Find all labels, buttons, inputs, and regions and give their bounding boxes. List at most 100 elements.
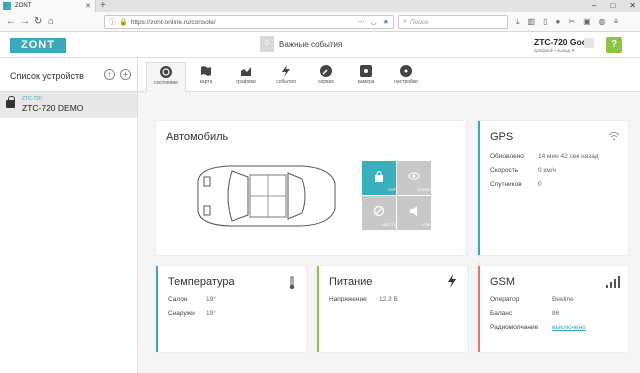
zont-logo[interactable]: ZONT: [10, 38, 66, 53]
browser-nav-bar: ← → ↻ ⌂ ⓘ 🔒 https://zont-online.ru/conso…: [0, 12, 640, 32]
events-count-badge: 0: [260, 36, 274, 52]
tab-label: настройки: [394, 79, 418, 85]
gear-icon: [400, 65, 412, 77]
temperature-card: Температура Салон 19° Снаружи 19°: [156, 266, 306, 352]
add-device-icon[interactable]: +: [120, 69, 131, 80]
sidebar-icon[interactable]: ▯: [543, 17, 547, 27]
hamburger-menu-icon[interactable]: ≡: [614, 17, 619, 27]
siren-icon: [410, 206, 417, 216]
address-bar[interactable]: ⓘ 🔒 https://zont-online.ru/console/ ⋯ ◡ …: [104, 15, 394, 29]
car-diagram: [197, 165, 336, 227]
car-card-title: Автомобиль: [166, 131, 229, 143]
events-label: Важные события: [279, 39, 343, 49]
device-list-item[interactable]: ZTC-720 ZTC-720 DEMO: [0, 92, 137, 118]
gps-card: GPS Обновлено 14 мин 42 сек назад Скорос…: [478, 121, 628, 255]
tab-events[interactable]: события: [266, 62, 306, 92]
temperature-card-title: Температура: [168, 276, 235, 288]
wrench-icon: [320, 65, 332, 77]
pdf-icon[interactable]: ▣: [583, 17, 591, 27]
account-icon[interactable]: ●: [556, 17, 561, 27]
voltage-label: Напряжение: [329, 296, 367, 303]
info-icon[interactable]: ⓘ: [109, 17, 116, 27]
device-name: ZTC-720 DEMO: [22, 103, 84, 113]
help-button[interactable]: ?: [606, 37, 622, 53]
library-icon[interactable]: ▥: [528, 17, 536, 27]
upload-icon[interactable]: ↑: [104, 69, 115, 80]
account-sub-text[interactable]: zpsdpack • выход Я: [534, 48, 574, 53]
download-icon[interactable]: ⤓: [516, 17, 520, 27]
block-icon: [373, 205, 385, 217]
gps-updated-value: 14 мин 42 сек назад: [538, 153, 599, 160]
tab-charts[interactable]: графики: [226, 62, 266, 92]
gps-speed-label: Скорость: [490, 167, 519, 174]
gps-card-title: GPS: [490, 131, 514, 143]
temp-outside-value: 19°: [206, 310, 216, 317]
search-bar[interactable]: ⌕ Поиск: [398, 15, 508, 29]
guard-tile[interactable]: ОХРАНА: [362, 161, 404, 195]
gsm-balance-value: 86: [552, 310, 560, 317]
close-tab-icon[interactable]: ✕: [85, 2, 91, 10]
gsm-card-title: GSM: [490, 276, 516, 288]
browser-tab[interactable]: ZONT ✕: [0, 0, 96, 12]
sidebar-title: Список устройств: [10, 71, 84, 81]
map-icon: [200, 65, 212, 77]
tab-label: камера: [357, 79, 375, 85]
block-tile[interactable]: БЛОКИРОВКА: [397, 161, 444, 195]
menu-dots-icon[interactable]: ⋯: [358, 18, 365, 26]
thermometer-icon: [289, 276, 295, 290]
temp-cabin-value: 19°: [206, 296, 216, 303]
secure-lock-icon: 🔒: [119, 19, 128, 26]
device-sidebar: Список устройств ↑ + ZTC-720 ZTC-720 DEM…: [0, 58, 138, 373]
gps-satellites-value: 0: [538, 181, 542, 188]
lightning-icon: [448, 274, 456, 288]
gps-satellites-label: Спутников: [490, 181, 522, 188]
adblock-icon[interactable]: ◍: [599, 17, 606, 27]
tab-map[interactable]: карта: [186, 62, 226, 92]
tab-label: состояние: [154, 80, 178, 86]
autostart-tile[interactable]: АВТОЗАПУСК: [362, 196, 409, 230]
app-header: ZONT 0 Важные события ZTC-720 Good zpsdp…: [0, 33, 640, 58]
account-toggle[interactable]: [584, 38, 594, 48]
reload-icon[interactable]: ↻: [34, 16, 42, 28]
tab-label: карта: [199, 79, 213, 85]
forward-icon[interactable]: →: [20, 16, 30, 28]
home-icon[interactable]: ⌂: [48, 16, 54, 28]
back-icon[interactable]: ←: [6, 16, 16, 28]
temp-outside-label: Снаружи: [168, 310, 195, 317]
tab-label: события: [276, 79, 296, 85]
status-icon: [160, 66, 172, 78]
gsm-operator-value: Beeline: [552, 296, 574, 303]
temp-cabin-label: Салон: [168, 296, 188, 303]
lock-icon: [6, 96, 15, 108]
gps-speed-value: 0 км/ч: [538, 167, 556, 174]
tab-camera[interactable]: камера: [346, 62, 386, 92]
tab-service[interactable]: сервис: [306, 62, 346, 92]
gsm-card: GSM Оператор Beeline Баланс 86 Радиомолч…: [478, 266, 628, 352]
maximize-icon[interactable]: □: [610, 0, 615, 12]
url-text: https://zont-online.ru/console/: [130, 18, 216, 26]
screenshot-icon[interactable]: ✂: [568, 17, 575, 27]
tab-status[interactable]: состояние: [146, 62, 186, 92]
tab-settings[interactable]: настройки: [386, 62, 426, 92]
search-placeholder: Поиск: [409, 18, 429, 26]
tab-label: сервис: [317, 79, 334, 85]
device-model: ZTC-720: [22, 96, 42, 102]
browser-toolbar: ⤓ ▥ ▯ ● ✂ ▣ ◍ ≡: [516, 17, 618, 27]
wifi-icon: [608, 132, 620, 141]
gsm-radio-silence-link[interactable]: выключено: [552, 324, 586, 331]
close-window-icon[interactable]: ✕: [629, 0, 636, 12]
browser-tab-title: ZONT: [15, 3, 32, 9]
window-controls: – □ ✕: [592, 0, 636, 12]
lock-icon: [375, 171, 383, 182]
siren-tile[interactable]: СИРЕНА: [397, 196, 439, 230]
gsm-operator-label: Оператор: [490, 296, 520, 303]
bookmark-star-icon[interactable]: ★: [383, 18, 389, 26]
new-tab-button[interactable]: +: [100, 0, 106, 12]
main-panel: состояние карта графики события сервис к…: [138, 58, 640, 373]
browser-tab-bar: ZONT ✕ + – □ ✕: [0, 0, 640, 12]
minimize-icon[interactable]: –: [592, 0, 596, 12]
power-card: Питание Напряжение 12.3 В: [317, 266, 467, 352]
voltage-value: 12.3 В: [379, 296, 398, 303]
pocket-icon[interactable]: ◡: [371, 18, 377, 26]
important-events[interactable]: 0 Важные события: [260, 36, 342, 52]
